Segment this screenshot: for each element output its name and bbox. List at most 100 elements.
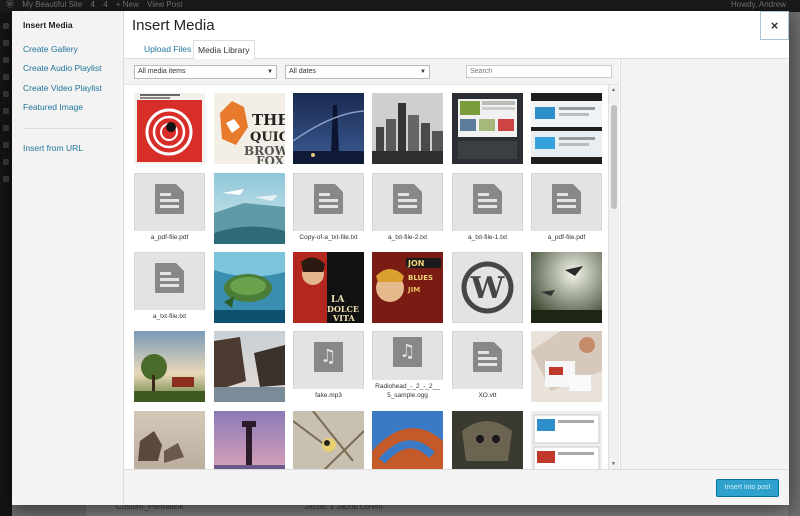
attachment-filename: Radiohead_-_2_-_2__5_sample.ogg	[372, 380, 443, 402]
thumbnail-image	[214, 411, 285, 469]
attachment-tile[interactable]	[372, 93, 443, 164]
attachment-filename: XO.vtt	[452, 389, 523, 402]
attachment-tile[interactable]	[134, 411, 205, 469]
attachment-tile[interactable]: a_txt-file-2.txt	[372, 173, 443, 244]
insert-media-modal: Insert Media Create Gallery Create Audio…	[12, 11, 789, 505]
attachment-tile[interactable]	[531, 93, 602, 164]
wordpress-logo-icon[interactable]: Ⓦ	[6, 0, 14, 9]
scroll-down-arrow-icon[interactable]: ▼	[611, 461, 616, 467]
menu-appearance-icon	[3, 108, 9, 114]
attachment-tile[interactable]: ♫ fake.mp3	[293, 331, 364, 402]
svg-text:THE: THE	[252, 111, 285, 129]
attachment-tile[interactable]	[452, 411, 523, 469]
thumbnail-image	[214, 173, 285, 244]
scrollbar-thumb[interactable]	[611, 105, 617, 209]
attachment-filename: a_txt-file-1.txt	[452, 231, 523, 244]
thumbnail-image	[531, 331, 602, 402]
attachment-tile[interactable]	[452, 93, 523, 164]
chevron-down-icon: ▼	[420, 69, 426, 75]
date-filter[interactable]: All dates ▼	[285, 65, 430, 79]
close-button[interactable]: ×	[760, 11, 789, 40]
menu-create-video-playlist[interactable]: Create Video Playlist	[12, 79, 123, 99]
attachment-tile[interactable]	[531, 331, 602, 402]
attachment-tile[interactable]	[134, 93, 205, 164]
attachment-filename: a_pdf-file.pdf	[531, 231, 602, 244]
chevron-down-icon: ▼	[267, 69, 273, 75]
attachment-tile[interactable]	[293, 411, 364, 469]
attachment-tile[interactable]: LA DOLCE VITA	[293, 252, 364, 323]
attachment-tile[interactable]: Copy-of-a_txt-file.txt	[293, 173, 364, 244]
view-post-link[interactable]: View Post	[147, 0, 182, 9]
attachment-tile[interactable]: a_pdf-file.pdf	[531, 173, 602, 244]
attachment-tile[interactable]: a_pdf-file.pdf	[134, 173, 205, 244]
attachment-tile[interactable]: THE QUIC BROW FOX	[214, 93, 285, 164]
attachments-grid: THE QUIC BROW FOX a_pdf-file.pdf Copy-of-a_…	[124, 85, 608, 469]
updates-count[interactable]: 4	[91, 0, 95, 9]
media-type-filter-value: All media items	[138, 68, 186, 75]
attachment-filename: a_txt-file.txt	[134, 310, 205, 323]
thumbnail-image	[372, 411, 443, 469]
media-toolbar: All media items ▼ All dates ▼	[124, 59, 619, 85]
menu-create-audio-playlist[interactable]: Create Audio Playlist	[12, 59, 123, 79]
attachment-tile[interactable]	[531, 252, 602, 323]
attachment-tile[interactable]: XO.vtt	[452, 331, 523, 402]
attachment-tile[interactable]	[293, 93, 364, 164]
svg-text:JIM: JIM	[407, 286, 420, 294]
svg-text:VITA: VITA	[332, 313, 355, 323]
attachment-filename: a_pdf-file.pdf	[134, 231, 205, 244]
attachment-tile[interactable]	[214, 411, 285, 469]
thumbnail-image: THEQUICBROWFOX	[214, 93, 285, 164]
tab-media-library[interactable]: Media Library	[193, 40, 255, 60]
attachment-tile[interactable]: a_txt-file.txt	[134, 252, 205, 323]
attachment-tile[interactable]	[531, 411, 602, 469]
search-input[interactable]	[466, 65, 612, 78]
document-icon	[314, 184, 343, 214]
tab-upload-files[interactable]: Upload Files	[140, 40, 195, 59]
attachment-tile[interactable]	[134, 331, 205, 402]
svg-text:W: W	[470, 271, 506, 306]
site-name-link[interactable]: My Beautiful Site	[22, 0, 82, 9]
menu-create-gallery[interactable]: Create Gallery	[12, 40, 123, 60]
admin-sidebar	[0, 12, 12, 516]
attachment-tile[interactable]: ♫ Radiohead_-_2_-_2__5_sample.ogg	[372, 331, 443, 402]
media-frame-toolbar: Insert into post	[124, 469, 789, 505]
grid-scrollbar[interactable]: ▲ ▼	[608, 85, 619, 469]
menu-settings-icon	[3, 176, 9, 182]
attachment-tile[interactable]	[372, 411, 443, 469]
menu-insert-from-url[interactable]: Insert from URL	[12, 139, 123, 159]
scroll-up-arrow-icon[interactable]: ▲	[611, 87, 616, 93]
insert-into-post-button[interactable]: Insert into post	[716, 479, 779, 497]
new-link[interactable]: + New	[116, 0, 139, 9]
document-icon	[473, 184, 502, 214]
menu-featured-image[interactable]: Featured Image	[12, 98, 123, 118]
menu-users-icon	[3, 142, 9, 148]
menu-tools-icon	[3, 159, 9, 165]
thumbnail-image	[531, 252, 602, 323]
thumbnail-image: JON BLUES JIM	[372, 252, 443, 323]
thumbnail-image	[134, 331, 205, 402]
thumbnail-image	[134, 93, 205, 164]
attachment-tile[interactable]: JON BLUES JIM	[372, 252, 443, 323]
comments-count[interactable]: 4	[103, 0, 107, 9]
thumbnail-image	[452, 411, 523, 469]
howdy-link[interactable]: Howdy, Andrew	[731, 0, 786, 10]
menu-media-icon	[3, 57, 9, 63]
menu-pages-icon	[3, 74, 9, 80]
thumbnail-image	[134, 411, 205, 469]
attachment-tile[interactable]: W	[452, 252, 523, 323]
attachment-tile[interactable]: a_txt-file-1.txt	[452, 173, 523, 244]
menu-insert-media[interactable]: Insert Media	[12, 16, 123, 36]
audio-icon: ♫	[393, 337, 422, 367]
menu-separator	[23, 127, 113, 129]
document-icon	[552, 184, 581, 214]
modal-title: Insert Media	[132, 17, 215, 34]
svg-text:FOX: FOX	[256, 154, 285, 164]
media-type-filter[interactable]: All media items ▼	[134, 65, 277, 79]
attachment-tile[interactable]	[214, 252, 285, 323]
date-filter-value: All dates	[289, 68, 316, 75]
attachment-tile[interactable]	[214, 173, 285, 244]
attachment-filename: a_txt-file-2.txt	[372, 231, 443, 244]
svg-text:JON: JON	[407, 259, 424, 268]
document-icon	[155, 184, 184, 214]
attachment-tile[interactable]	[214, 331, 285, 402]
